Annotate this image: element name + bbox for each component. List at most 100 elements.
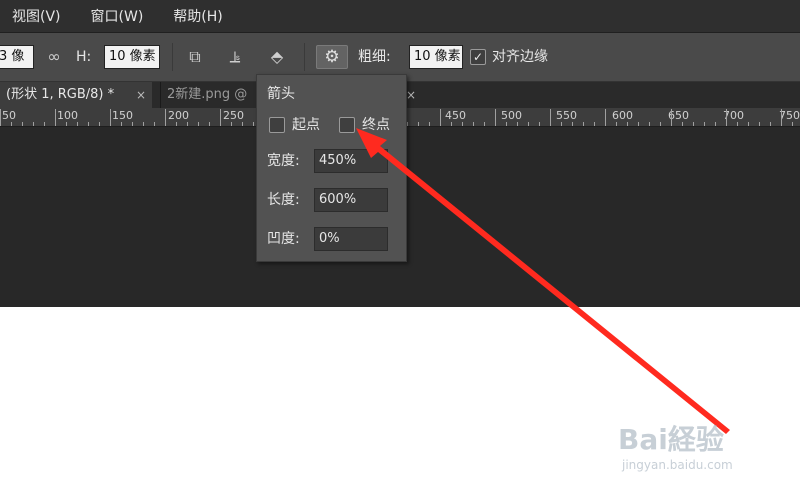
ruler-tick [781,109,782,126]
arrow-length-field[interactable]: 600% [314,188,388,212]
ruler-label: 550 [556,109,577,122]
ruler-label: 50 [2,109,16,122]
concavity-label: 凹度: [267,231,300,247]
path-alignment-icon[interactable]: ⫡ [222,45,248,69]
ruler-label: 200 [168,109,189,122]
link-icon[interactable]: ∞ [42,45,66,69]
menu-bar: 视图(V) 窗口(W) 帮助(H) [0,0,800,33]
ruler-tick [44,122,45,126]
ruler-tick [495,109,496,126]
align-edges-label: 对齐边缘 [492,49,548,65]
align-edges-checkbox[interactable]: ✓ [470,49,486,65]
width-field[interactable]: 3 像 [0,45,34,69]
ruler-tick [715,122,716,126]
weight-field[interactable]: 10 像素 [409,45,463,69]
weight-label: 粗细: [358,49,391,65]
watermark-url: jingyan.baidu.com [622,458,733,472]
ruler-tick [99,122,100,126]
ruler-tick [517,122,518,126]
ruler-tick [209,122,210,126]
ruler-tick [88,122,89,126]
ruler-tick [770,122,771,126]
ruler-tick [440,109,441,126]
baidu-watermark-logo: Bai経验 jingyan.baidu.com [618,418,768,478]
ruler-tick [671,109,672,126]
ruler-tick [748,122,749,126]
ruler-label: 600 [612,109,633,122]
ruler-tick [594,122,595,126]
arrowheads-popup: 箭头 起点 终点 宽度: 450% 长度: 600% 凹度: 0% [256,74,407,262]
height-label: H: [76,49,92,65]
end-checkbox[interactable] [339,117,355,133]
ruler-tick [143,122,144,126]
arrow-concavity-field[interactable]: 0% [314,227,388,251]
menu-help[interactable]: 帮助(H) [173,6,222,26]
tab-shape-document[interactable]: (形状 1, RGB/8) * × [0,82,152,108]
ruler-tick [693,122,694,126]
ruler-label: 450 [445,109,466,122]
ruler-tick [418,122,419,126]
ruler-label: 150 [112,109,133,122]
menu-view[interactable]: 视图(V) [12,6,61,26]
ruler-tick [473,122,474,126]
ruler-tick [539,122,540,126]
ruler-tick [451,122,452,126]
ruler-tick [33,122,34,126]
ruler-tick [11,122,12,126]
ruler-tick [792,122,793,126]
ruler-label: 100 [57,109,78,122]
ruler-tick [176,122,177,126]
ruler-tick [407,122,408,126]
ruler-tick [627,122,628,126]
start-label: 起点 [292,117,320,133]
ruler-tick [616,122,617,126]
start-checkbox[interactable] [269,117,285,133]
ruler-tick [737,122,738,126]
menu-window[interactable]: 窗口(W) [91,6,144,26]
close-icon[interactable]: × [406,82,416,108]
close-icon[interactable]: × [136,82,146,108]
end-label: 终点 [362,117,390,133]
path-operations-icon[interactable]: ⧉ [182,45,208,69]
ruler-tick [198,122,199,126]
ruler-tick [682,122,683,126]
height-field[interactable]: 10 像素 [104,45,160,69]
ruler-tick [242,122,243,126]
ruler-tick [550,109,551,126]
ruler-tick [572,122,573,126]
separator [172,43,173,71]
width-label: 宽度: [267,153,300,169]
ruler-tick [704,122,705,126]
ruler-tick [253,122,254,126]
ruler-tick [759,122,760,126]
separator [304,43,305,71]
tab-label: (形状 1, RGB/8) * [6,87,115,102]
ruler-tick [66,122,67,126]
ruler-tick [231,122,232,126]
popup-title: 箭头 [267,86,295,102]
ruler-label: 750 [779,109,800,122]
ruler-tick [187,122,188,126]
ruler-tick [726,109,727,126]
ruler-tick [660,122,661,126]
gear-icon[interactable]: ⚙ [316,45,348,69]
length-label: 长度: [267,192,300,208]
ruler-tick [429,122,430,126]
arrow-width-field[interactable]: 450% [314,149,388,173]
ruler-tick [506,122,507,126]
tab-label: 2新建.png @ [167,87,248,102]
ruler-tick [462,122,463,126]
ruler-tick [561,122,562,126]
ruler-tick [121,122,122,126]
ruler-tick [132,122,133,126]
ruler-tick [528,122,529,126]
ruler-tick [638,122,639,126]
ruler-tick [165,109,166,126]
ruler-tick [220,109,221,126]
path-arrangement-icon[interactable]: ⬘ [263,45,291,69]
ruler-tick [55,109,56,126]
ruler-label: 250 [223,109,244,122]
ruler-tick [583,122,584,126]
watermark-text: Bai経验 [618,423,724,456]
ruler-tick [22,122,23,126]
